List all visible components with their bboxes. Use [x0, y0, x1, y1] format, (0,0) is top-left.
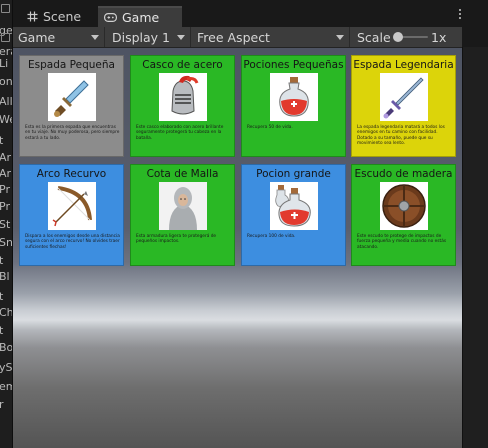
tab-game[interactable]: Game	[98, 6, 182, 27]
item-card[interactable]: Espada Pequeña Esta es la primera espada …	[19, 55, 124, 157]
tab-scene[interactable]: Scene	[21, 6, 87, 27]
item-card[interactable]: Arco Recurvo Dispara a los enemigos desde…	[19, 164, 124, 266]
wooden-shield-icon	[380, 182, 428, 230]
hierarchy-item-fragment[interactable]: St	[0, 218, 10, 231]
hierarchy-item-fragment[interactable]: All	[0, 95, 12, 108]
item-card-title: Pocion grande	[256, 168, 331, 180]
item-card-title: Arco Recurvo	[36, 168, 107, 180]
hierarchy-item-fragment[interactable]: Ar	[0, 167, 11, 180]
item-card[interactable]: Pociones Pequeñas Recupera 50 de vida.	[241, 55, 346, 157]
scale-slider[interactable]	[393, 32, 428, 42]
hierarchy-item-fragment[interactable]: Bo	[0, 341, 12, 354]
item-card-description: La espada legendaria matará a todos los …	[357, 125, 445, 146]
hierarchy-panel-edge: geeraLionAllWetArArPrPrStSntBltChtBoySem…	[0, 0, 12, 448]
aspect-dropdown[interactable]: Free Aspect	[192, 27, 350, 47]
item-card-title: Escudo de madera	[354, 168, 453, 180]
panel-icon[interactable]	[1, 4, 10, 13]
scale-slider-handle[interactable]	[393, 32, 403, 42]
hierarchy-item-fragment[interactable]: t	[0, 254, 3, 267]
game-viewport[interactable]: Espada Pequeña Esta es la primera espada …	[13, 48, 462, 448]
display-value: Display 1	[112, 29, 171, 45]
hierarchy-item-fragment[interactable]: t	[0, 324, 3, 337]
hierarchy-item-fragment[interactable]: We	[0, 113, 12, 126]
steel-helmet-icon	[159, 73, 207, 121]
game-mode-value: Game	[18, 29, 56, 45]
bow-icon	[48, 182, 96, 230]
tab-game-label: Game	[122, 10, 160, 25]
chevron-down-icon	[91, 35, 99, 40]
hierarchy-item-fragment[interactable]: Ar	[0, 151, 11, 164]
hierarchy-item-fragment[interactable]: em	[0, 380, 12, 393]
aspect-value: Free Aspect	[197, 29, 270, 45]
item-card-description: Este escudo te protege de impactos de fu…	[357, 234, 447, 250]
small-sword-icon	[48, 73, 96, 121]
scale-value: 1x	[431, 29, 447, 45]
gamepad-icon	[104, 13, 117, 22]
hierarchy-item-fragment[interactable]: Ch	[0, 306, 12, 319]
item-card-description: Dispara a los enemigos desde una distanc…	[25, 234, 120, 250]
scale-label: Scale	[357, 29, 391, 45]
hierarchy-item-fragment[interactable]: t	[0, 134, 3, 147]
more-options-icon[interactable]	[456, 9, 464, 23]
tab-scene-label: Scene	[43, 9, 82, 24]
item-card[interactable]: Cota de Malla Esta armadura ligera te pro…	[130, 164, 235, 266]
chevron-down-icon	[336, 35, 344, 40]
item-card-title: Pociones Pequeñas	[243, 59, 344, 71]
chainmail-icon	[159, 182, 207, 230]
hierarchy-item-fragment[interactable]: on	[0, 75, 12, 88]
item-card-description: Recupera 100 de vida.	[247, 234, 296, 239]
hierarchy-item-fragment[interactable]: Bl	[0, 270, 10, 283]
item-card-description: Recupera 50 de vida.	[247, 125, 293, 130]
item-card[interactable]: Escudo de madera Este escudo te protege d…	[351, 164, 456, 266]
game-toolbar: Game Display 1 Free Aspect Scale 1x	[13, 27, 462, 48]
item-card[interactable]: Espada Legendaria La espada legendaria ma…	[351, 55, 456, 157]
item-card-title: Espada Pequeña	[28, 59, 115, 71]
item-card-description: Esta armadura ligera te protegerá de peq…	[136, 234, 217, 245]
game-mode-dropdown[interactable]: Game	[13, 27, 105, 47]
potion-icon	[270, 73, 318, 121]
item-card-title: Espada Legendaria	[353, 59, 454, 71]
item-card[interactable]: Pocion grande Recupera 100 de vida.	[241, 164, 346, 266]
hierarchy-item-fragment[interactable]: t	[0, 290, 3, 303]
grid-icon	[27, 11, 38, 22]
hierarchy-item-fragment[interactable]: Pr	[0, 183, 10, 196]
item-card-title: Casco de acero	[142, 59, 223, 71]
hierarchy-item-fragment[interactable]: r	[0, 398, 4, 411]
item-card-title: Cota de Malla	[146, 168, 219, 180]
chevron-down-icon	[177, 35, 185, 40]
item-card-description: Este casco elaborado con acero brillante…	[136, 125, 224, 141]
hierarchy-item-fragment[interactable]: Sn	[0, 236, 12, 249]
large-potion-icon	[270, 182, 318, 230]
lock-icon[interactable]	[1, 33, 10, 42]
display-dropdown[interactable]: Display 1	[107, 27, 191, 47]
item-card-description: Esta es la primera espada que encuentras…	[25, 125, 120, 141]
hierarchy-item-fragment[interactable]: Li	[0, 57, 8, 70]
hierarchy-item-fragment[interactable]: yS	[0, 361, 12, 374]
right-panel-edge	[462, 47, 488, 448]
item-card[interactable]: Casco de acero Este casco elaborado con a…	[130, 55, 235, 157]
hierarchy-item-fragment[interactable]: Pr	[0, 200, 10, 213]
editor-tab-bar: Scene Game	[13, 0, 476, 27]
legendary-sword-icon	[380, 73, 428, 121]
